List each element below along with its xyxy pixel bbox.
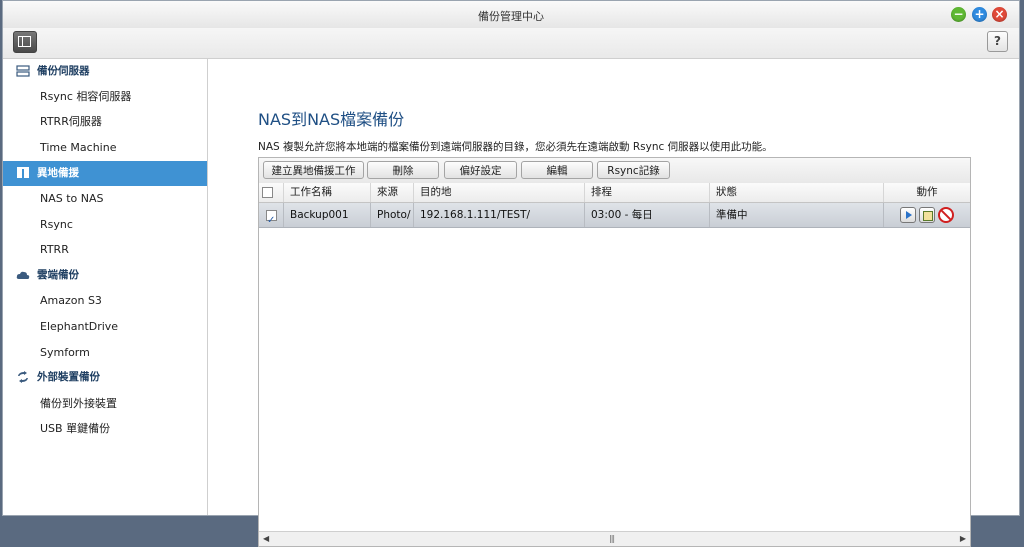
job-actions	[883, 203, 970, 227]
sidebar-item-external-device[interactable]: 備份到外接裝置	[40, 391, 117, 416]
play-icon[interactable]	[900, 207, 916, 223]
edit-icon[interactable]	[919, 207, 935, 223]
sidebar-item-rsync[interactable]: Rsync	[40, 212, 73, 237]
table-header: 工作名稱 來源 目的地 排程 狀態 動作	[259, 183, 970, 203]
sidebar-item-symform[interactable]: Symform	[40, 340, 90, 365]
edit-button[interactable]: 編輯	[521, 161, 593, 179]
sidebar-item-time-machine[interactable]: Time Machine	[40, 135, 116, 160]
main-content: NAS到NAS檔案備份 NAS 複製允許您將本地端的檔案備份到遠端伺服器的目錄，…	[208, 59, 1019, 547]
column-header-status[interactable]: 狀態	[709, 183, 883, 202]
sidebar-item-elephantdrive[interactable]: ElephantDrive	[40, 314, 118, 339]
column-header-action: 動作	[883, 183, 970, 202]
column-header-name[interactable]: 工作名稱	[283, 183, 370, 202]
job-name: Backup001	[283, 203, 370, 227]
sidebar-item-rsync-server[interactable]: Rsync 相容伺服器	[40, 84, 131, 109]
rsync-log-button[interactable]: Rsync記錄	[597, 161, 670, 179]
preferences-button[interactable]: 偏好設定	[444, 161, 517, 179]
sidebar-item-nas-to-nas[interactable]: NAS to NAS	[40, 186, 104, 211]
sidebar-category-label: 外部裝置備份	[37, 371, 100, 383]
job-source: Photo/	[370, 203, 413, 227]
delete-button[interactable]: 刪除	[367, 161, 439, 179]
scroll-thumb-icon[interactable]: |||	[609, 534, 615, 543]
minimize-icon[interactable]: −	[951, 7, 966, 22]
scroll-left-icon[interactable]: ◀	[263, 534, 269, 543]
scroll-right-icon[interactable]: ▶	[960, 534, 966, 543]
sidebar-category-remote-replication[interactable]: 異地備援	[3, 161, 207, 186]
sidebar-category-cloud-backup[interactable]: 雲端備份	[3, 263, 207, 288]
sidebar-category-backup-server[interactable]: 備份伺服器	[3, 59, 207, 84]
delete-icon[interactable]	[938, 207, 954, 223]
page-description: NAS 複製允許您將本地端的檔案備份到遠端伺服器的目錄，您必須先在遠端啟動 Rs…	[258, 141, 773, 153]
cloud-icon	[16, 271, 30, 279]
row-checkbox[interactable]	[266, 209, 277, 227]
sync-icon	[18, 371, 28, 383]
sidebar-category-label: 異地備援	[37, 167, 79, 179]
job-toolbar: 建立異地備援工作 刪除 偏好設定 編輯 Rsync記錄	[259, 158, 970, 184]
select-all-checkbox[interactable]	[262, 187, 273, 198]
create-job-button[interactable]: 建立異地備援工作	[263, 161, 364, 179]
select-all-cell	[259, 183, 283, 202]
job-panel: 建立異地備援工作 刪除 偏好設定 編輯 Rsync記錄 工作名稱 來源 目的地 …	[258, 157, 971, 547]
sidebar-toggle-icon[interactable]	[13, 31, 37, 53]
sidebar-category-label: 雲端備份	[37, 269, 79, 281]
horizontal-scrollbar[interactable]: ◀ ||| ▶	[259, 531, 970, 546]
job-schedule: 03:00 - 每日	[584, 203, 709, 227]
column-header-source[interactable]: 來源	[370, 183, 413, 202]
table-row[interactable]: Backup001 Photo/ 192.168.1.111/TEST/ 03:…	[259, 203, 970, 228]
top-toolbar: ?	[3, 28, 1019, 59]
sidebar-item-usb-one-touch[interactable]: USB 單鍵備份	[40, 416, 110, 441]
sidebar-item-rtrr[interactable]: RTRR	[40, 237, 69, 262]
close-icon[interactable]: ×	[992, 7, 1007, 22]
row-select-cell	[259, 203, 283, 227]
job-destination: 192.168.1.111/TEST/	[413, 203, 584, 227]
window-title: 備份管理中心	[478, 10, 544, 23]
column-header-destination[interactable]: 目的地	[413, 183, 584, 202]
sidebar-item-amazon-s3[interactable]: Amazon S3	[40, 288, 102, 313]
title-bar: 備份管理中心 − + ×	[3, 1, 1019, 29]
sidebar: 備份伺服器 Rsync 相容伺服器 RTRR伺服器 Time Machine 異…	[3, 59, 208, 515]
column-header-schedule[interactable]: 排程	[584, 183, 709, 202]
job-status: 準備中	[709, 203, 883, 227]
sidebar-item-rtrr-server[interactable]: RTRR伺服器	[40, 109, 102, 134]
remote-replication-icon	[17, 167, 29, 178]
help-button[interactable]: ?	[987, 31, 1008, 52]
server-icon	[16, 65, 30, 77]
sidebar-category-external-backup[interactable]: 外部裝置備份	[3, 365, 207, 390]
page-title: NAS到NAS檔案備份	[258, 110, 405, 129]
maximize-icon[interactable]: +	[972, 7, 987, 22]
app-window: 備份管理中心 − + × ? 備份伺服器 Rsync 相容伺服器 RTRR伺服器…	[2, 0, 1020, 547]
sidebar-category-label: 備份伺服器	[37, 65, 90, 77]
